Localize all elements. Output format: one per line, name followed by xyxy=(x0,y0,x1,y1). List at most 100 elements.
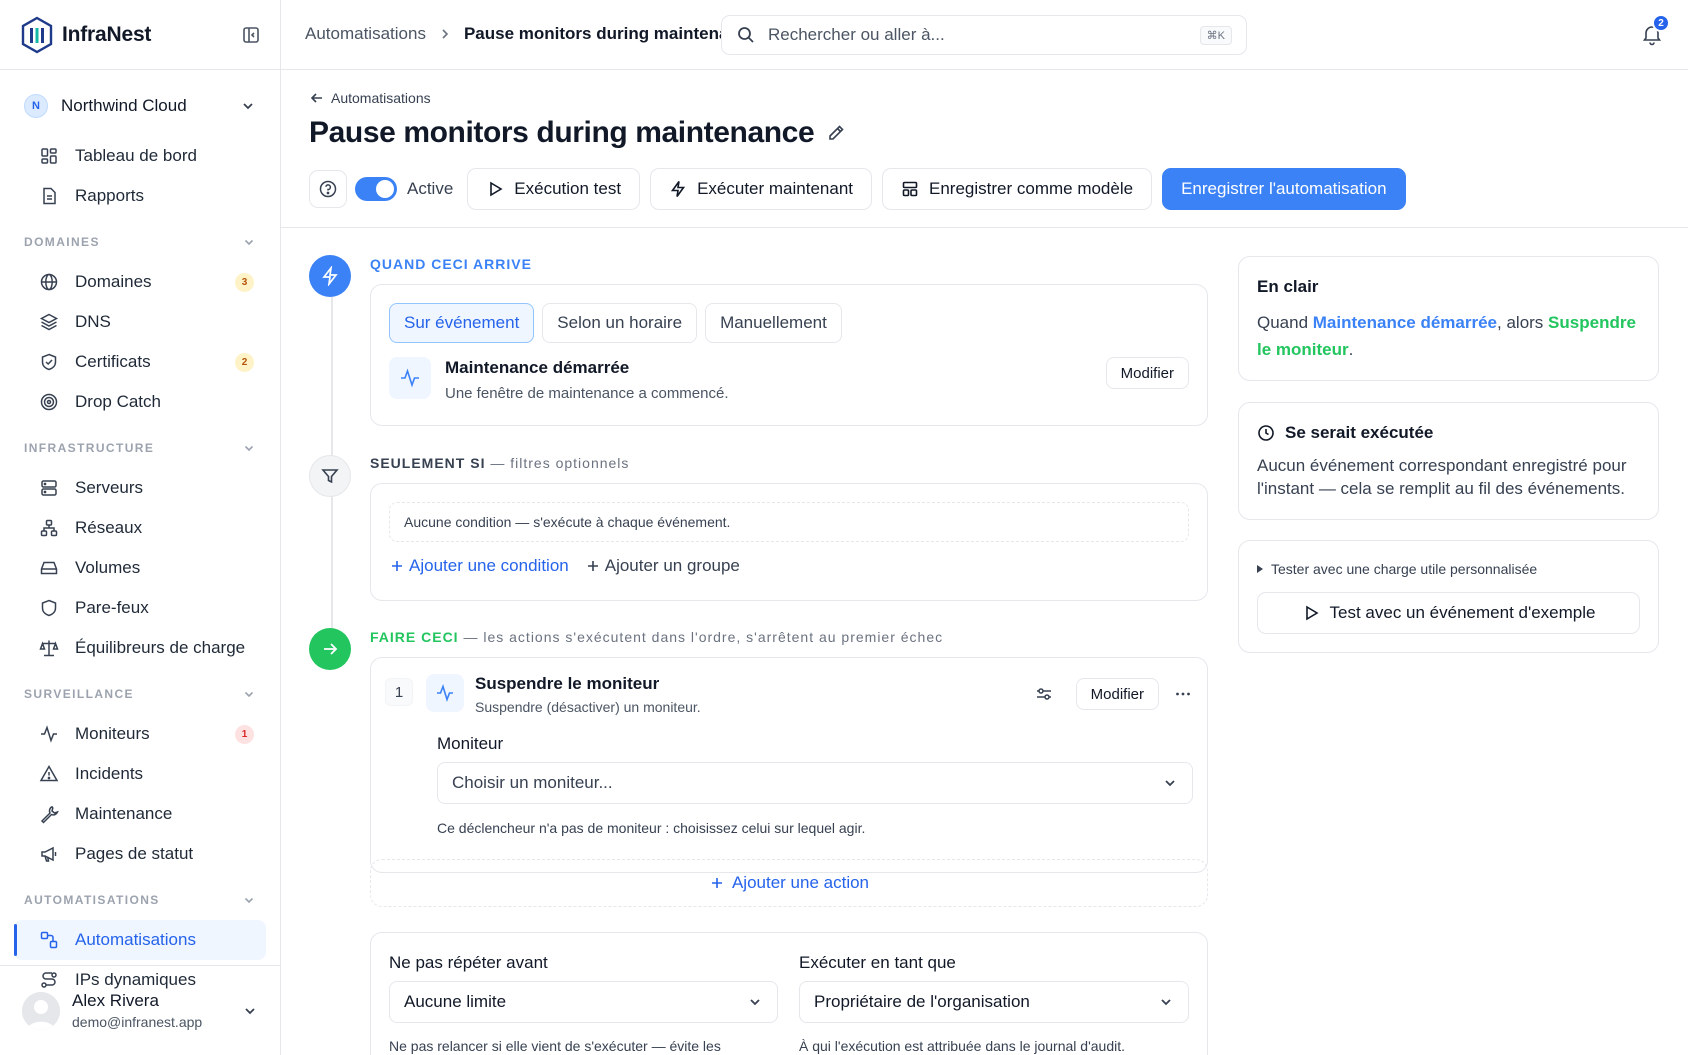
back-link-label: Automatisations xyxy=(331,90,431,106)
trigger-type-tabs: Sur événement Selon un horaire Manuellem… xyxy=(389,303,850,343)
button-label: Ajouter un groupe xyxy=(604,556,740,575)
topbar: Automatisations Pause monitors during ma… xyxy=(281,0,1688,70)
nav-section-title: AUTOMATISATIONS xyxy=(24,893,160,907)
zap-icon xyxy=(322,266,338,286)
sidebar-item-domaines[interactable]: Domaines 3 xyxy=(14,262,266,302)
chevron-down-icon xyxy=(1161,999,1171,1006)
tab-manual[interactable]: Manuellement xyxy=(705,303,842,343)
monitor-select[interactable]: Choisir un moniteur... xyxy=(437,762,1193,804)
trigger-text: Maintenance démarrée Une fenêtre de main… xyxy=(445,357,729,402)
steps-rail xyxy=(331,259,333,629)
sliders-icon[interactable] xyxy=(1034,684,1054,704)
plus-icon xyxy=(587,561,598,571)
org-name: Northwind Cloud xyxy=(61,96,187,115)
sidebar-item-status-pages[interactable]: Pages de statut xyxy=(14,834,266,874)
run-as-select-value: Propriétaire de l'organisation xyxy=(814,992,1030,1011)
org-switcher[interactable]: N Northwind Cloud xyxy=(0,85,280,127)
chevron-down-icon xyxy=(244,691,254,698)
chevron-down-icon xyxy=(244,239,254,246)
tab-schedule[interactable]: Selon un horaire xyxy=(542,303,698,343)
nav-section-automatisations[interactable]: AUTOMATISATIONS xyxy=(0,880,280,920)
settings-card: Ne pas répéter avant Aucune limite Ne pa… xyxy=(370,932,1208,1055)
button-label: Test avec un événement d'exemple xyxy=(1329,603,1596,622)
button-label: Exécuter maintenant xyxy=(697,179,853,198)
sidebar-item-serveurs[interactable]: Serveurs xyxy=(14,468,266,508)
tab-on-event[interactable]: Sur événement xyxy=(389,303,535,343)
sidebar-item-dashboard[interactable]: Tableau de bord xyxy=(14,136,266,176)
save-as-template-button[interactable]: Enregistrer comme modèle xyxy=(882,168,1153,210)
hard-drive-icon xyxy=(40,561,58,575)
button-label: Enregistrer l'automatisation xyxy=(1181,179,1387,198)
shield-icon xyxy=(41,599,57,617)
sidebar-item-certificats[interactable]: Certificats 2 xyxy=(14,342,266,382)
page-title-text: Pause monitors during maintenance xyxy=(309,116,815,149)
would-run-text: Aucun événement correspondant enregistré… xyxy=(1257,456,1627,498)
sidebar-item-volumes[interactable]: Volumes xyxy=(14,548,266,588)
run-now-button[interactable]: Exécuter maintenant xyxy=(650,168,872,210)
sidebar-item-pare-feux[interactable]: Pare-feux xyxy=(14,588,266,628)
would-run-card: Se serait exécutée Aucun événement corre… xyxy=(1238,402,1659,520)
dashboard-icon xyxy=(41,148,57,164)
empty-conditions: Aucune condition — s'exécute à chaque év… xyxy=(389,502,1189,542)
chevron-down-icon xyxy=(244,897,254,904)
button-label: Enregistrer comme modèle xyxy=(929,179,1134,198)
repeat-select-value: Aucune limite xyxy=(404,992,507,1011)
repeat-select[interactable]: Aucune limite xyxy=(389,981,778,1023)
run-as-select[interactable]: Propriétaire de l'organisation xyxy=(799,981,1189,1023)
button-label: Ajouter une condition xyxy=(409,556,569,575)
user-menu[interactable]: Alex Rivera demo@infranest.app xyxy=(0,965,280,1055)
nav-section-domaines[interactable]: DOMAINES xyxy=(0,222,280,262)
custom-payload-toggle[interactable]: Tester avec une charge utile personnalis… xyxy=(1257,561,1537,577)
add-condition-button[interactable]: Ajouter une condition xyxy=(389,556,569,576)
notifications-button[interactable]: 2 xyxy=(1640,14,1670,46)
megaphone-icon xyxy=(41,846,57,862)
breadcrumb: Automatisations Pause monitors during ma… xyxy=(305,24,747,44)
sidebar-item-moniteurs[interactable]: Moniteurs 1 xyxy=(14,714,266,754)
trigger-title: Maintenance démarrée xyxy=(445,358,630,377)
test-run-button[interactable]: Exécution test xyxy=(467,168,641,210)
back-link[interactable]: Automatisations xyxy=(309,90,431,106)
sidebar-item-label: Incidents xyxy=(75,764,144,783)
pencil-icon[interactable] xyxy=(826,123,846,143)
trigger-icon-box xyxy=(389,357,431,399)
breadcrumb-link[interactable]: Automatisations xyxy=(305,24,426,44)
sidebar-item-incidents[interactable]: Incidents xyxy=(14,754,266,794)
sidebar-item-reports[interactable]: Rapports xyxy=(14,176,266,216)
more-horizontal-icon[interactable] xyxy=(1173,684,1193,704)
sidebar-item-automatisations[interactable]: Automatisations xyxy=(14,920,266,960)
help-button[interactable] xyxy=(309,170,347,208)
search-input[interactable]: Rechercher ou aller à... ⌘K xyxy=(721,15,1247,55)
edit-trigger-button[interactable]: Modifier xyxy=(1105,357,1189,389)
network-icon xyxy=(40,519,58,537)
test-sample-event-button[interactable]: Test avec un événement d'exemple xyxy=(1257,592,1640,634)
add-action-button[interactable]: Ajouter une action xyxy=(370,859,1208,907)
sidebar-item-dns[interactable]: DNS xyxy=(14,302,266,342)
plus-icon xyxy=(392,561,402,571)
sidebar-item-drop-catch[interactable]: Drop Catch xyxy=(14,382,266,422)
activity-icon xyxy=(41,725,57,743)
nav-section-surveillance[interactable]: SURVEILLANCE xyxy=(0,674,280,714)
user-info: Alex Rivera demo@infranest.app xyxy=(72,991,242,1030)
edit-action-button[interactable]: Modifier xyxy=(1075,678,1159,710)
action-title: Suspendre le moniteur xyxy=(475,674,660,693)
add-group-button[interactable]: Ajouter un groupe xyxy=(585,556,740,576)
toolbar: Active Exécution test Exécuter maintenan… xyxy=(309,168,1416,210)
sidebar-item-reseaux[interactable]: Réseaux xyxy=(14,508,266,548)
count-badge: 2 xyxy=(235,353,254,372)
shield-check-icon xyxy=(41,353,57,371)
condition-actions: Ajouter une condition Ajouter un groupe xyxy=(389,556,740,576)
shortcut-hint: ⌘K xyxy=(1199,25,1232,45)
active-toggle[interactable] xyxy=(355,177,397,201)
save-automation-button[interactable]: Enregistrer l'automatisation xyxy=(1162,168,1406,210)
step-label-only-if: SEULEMENT SI — filtres optionnels xyxy=(370,455,630,471)
sidebar-item-load-balancers[interactable]: Équilibreurs de charge xyxy=(14,628,266,668)
infranest-logo-icon xyxy=(21,16,53,53)
sidebar-item-label: Équilibreurs de charge xyxy=(75,638,246,657)
sidebar-collapse-icon[interactable] xyxy=(242,26,260,44)
nav-section-infrastructure[interactable]: INFRASTRUCTURE xyxy=(0,428,280,468)
sidebar-item-label: Automatisations xyxy=(75,930,196,949)
sidebar-item-maintenance[interactable]: Maintenance xyxy=(14,794,266,834)
template-icon xyxy=(902,181,918,197)
monitor-select-value: Choisir un moniteur... xyxy=(452,773,613,792)
nav-section-title: DOMAINES xyxy=(24,235,100,249)
